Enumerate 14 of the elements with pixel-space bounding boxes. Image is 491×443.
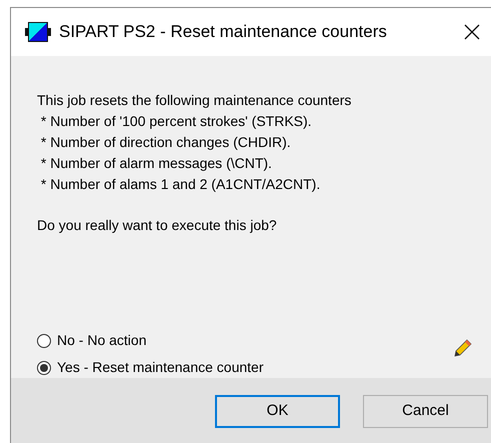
app-icon bbox=[25, 21, 51, 43]
pencil-icon[interactable] bbox=[454, 339, 472, 357]
question-text: Do you really want to execute this job? bbox=[37, 216, 278, 235]
counter-list-item: * Number of alams 1 and 2 (A1CNT/A2CNT). bbox=[40, 175, 322, 194]
close-icon[interactable] bbox=[464, 24, 480, 40]
counter-list-item: * Number of direction changes (CHDIR). bbox=[40, 133, 292, 152]
radio-option[interactable]: No - No action bbox=[37, 330, 477, 351]
description-text: This job resets the following maintenance counters bbox=[37, 91, 352, 110]
radio-option[interactable]: Yes - Reset maintenance counter bbox=[37, 357, 477, 378]
counter-list-item: * Number of '100 percent strokes' (STRKS). bbox=[40, 112, 313, 131]
ok-button[interactable]: OK bbox=[215, 395, 340, 428]
counter-list-item: * Number of alarm messages (\CNT). bbox=[40, 154, 273, 173]
window-title: SIPART PS2 - Reset maintenance counters bbox=[59, 21, 387, 44]
cancel-button[interactable]: Cancel bbox=[363, 395, 488, 428]
